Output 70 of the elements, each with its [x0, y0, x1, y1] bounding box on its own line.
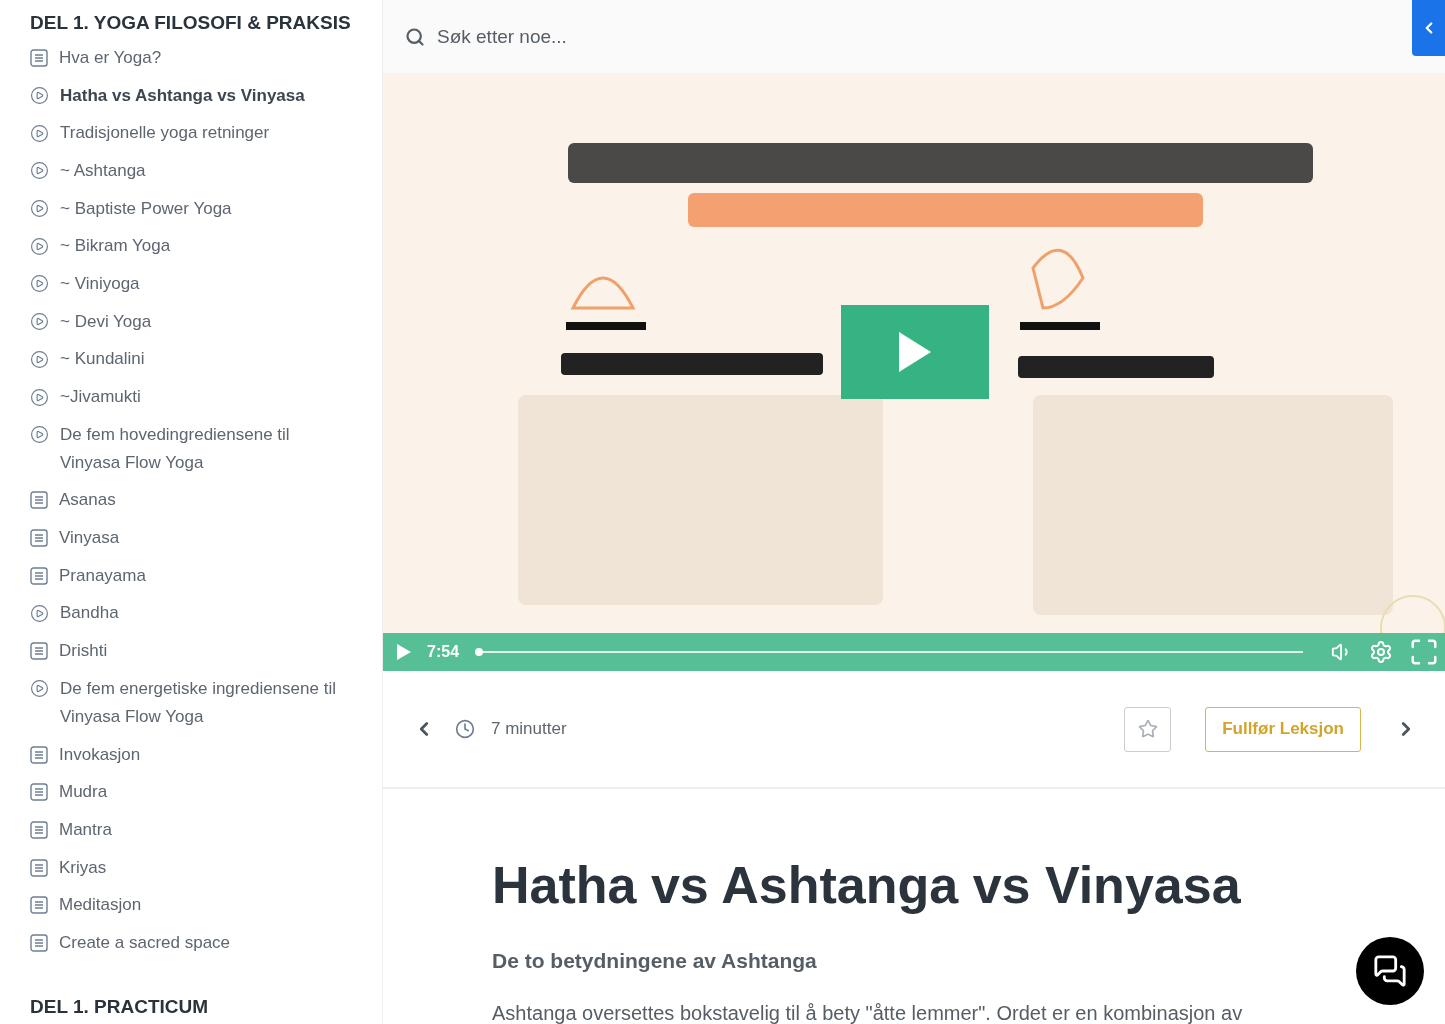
play-circle-icon [30, 425, 49, 445]
play-circle-icon [30, 349, 49, 369]
play-circle-icon [30, 236, 49, 256]
lesson-link[interactable]: Hatha vs Ashtanga vs Vinyasa [30, 76, 340, 115]
document-icon [30, 48, 48, 67]
lesson-subtitle: De to betydningene av Ashtanga [492, 949, 818, 973]
document-icon [30, 783, 48, 802]
lesson-duration: 7 minutter [491, 719, 567, 739]
favorite-button[interactable] [1124, 706, 1172, 752]
lesson-link[interactable]: Tradisjonelle yoga retninger [30, 114, 340, 153]
search-field[interactable]: Søk etter noe... [435, 24, 1005, 49]
lesson-link[interactable]: Invokasjon [30, 735, 340, 774]
play-icon [899, 332, 931, 372]
lesson-link[interactable]: Pranayama [30, 556, 340, 595]
star-icon [1137, 719, 1158, 739]
play-circle-icon [30, 161, 49, 181]
play-circle-icon [30, 274, 49, 294]
document-icon [30, 820, 48, 839]
lesson-paragraph: Ashtanga oversettes bokstavelig til å bety "åtte lemmer". Ordet er en kombinasjon av [492, 1001, 1244, 1024]
lesson-link[interactable]: ~ Viniyoga [30, 265, 340, 303]
play-button[interactable] [841, 305, 989, 399]
document-icon [30, 529, 48, 548]
lesson-link[interactable]: ~ Ashtanga [30, 152, 340, 190]
lesson-link[interactable]: Asanas [30, 481, 340, 520]
search-icon [405, 26, 425, 47]
lesson-link[interactable]: De fem energetiske ingrediensene til Vinyasa Flow Yoga [30, 670, 340, 736]
document-icon [30, 491, 48, 510]
play-circle-icon [30, 603, 49, 623]
lesson-link[interactable]: Drishti [30, 632, 340, 670]
document-icon [30, 745, 48, 764]
lesson-link[interactable]: Kriyas [30, 848, 340, 887]
document-icon [30, 858, 48, 877]
settings-button[interactable] [1369, 640, 1393, 664]
play-circle-icon [30, 387, 49, 407]
document-icon [30, 642, 48, 661]
section-title: DEL 1. PRACTICUM [30, 994, 210, 1019]
clock-icon [455, 719, 475, 739]
lesson-link[interactable]: ~ Kundalini [30, 340, 340, 379]
lesson-link[interactable]: ~Jivamukti [30, 378, 340, 416]
lesson-link[interactable]: ~ Baptiste Power Yoga [30, 189, 340, 228]
lesson-link[interactable]: ~ Bikram Yoga [30, 227, 340, 266]
play-circle-icon [30, 199, 49, 219]
play-circle-icon [30, 679, 49, 699]
lesson-link[interactable]: Hva er Yoga? [30, 39, 340, 77]
lesson-link[interactable]: ~ Devi Yoga [30, 302, 340, 341]
document-icon [30, 933, 48, 952]
video-time: 7:54 [427, 643, 460, 661]
lesson-link[interactable]: De fem hovedingrediensene til Vinyasa Flow Yoga [30, 415, 340, 482]
lesson-link[interactable]: Meditasjon [30, 886, 340, 925]
fullscreen-icon [1409, 637, 1439, 667]
chat-icon [1373, 954, 1407, 988]
collapse-button[interactable] [1412, 0, 1445, 56]
lesson-link[interactable]: Create a sacred space [30, 924, 340, 962]
lesson-link[interactable]: Vinyasa [30, 519, 340, 557]
play-circle-icon [30, 123, 49, 143]
lesson-link[interactable]: Bandha [30, 594, 340, 633]
progress-thumb[interactable] [475, 648, 484, 656]
section-title: DEL 1. YOGA FILOSOFI & PRAKSIS [30, 11, 352, 35]
document-icon [30, 896, 48, 915]
play-circle-icon [30, 86, 49, 106]
settings-icon [1369, 640, 1393, 664]
lesson-title: Hatha vs Ashtanga vs Vinyasa [492, 855, 1242, 916]
lesson-link[interactable]: Mudra [30, 773, 340, 812]
progress-track[interactable] [475, 648, 1303, 656]
lesson-link[interactable]: Mantra [30, 811, 340, 849]
play-circle-icon [30, 312, 49, 332]
play-icon [397, 644, 411, 660]
document-icon [30, 566, 48, 585]
play-button[interactable] [397, 644, 411, 660]
fullscreen-button[interactable] [1409, 637, 1439, 667]
